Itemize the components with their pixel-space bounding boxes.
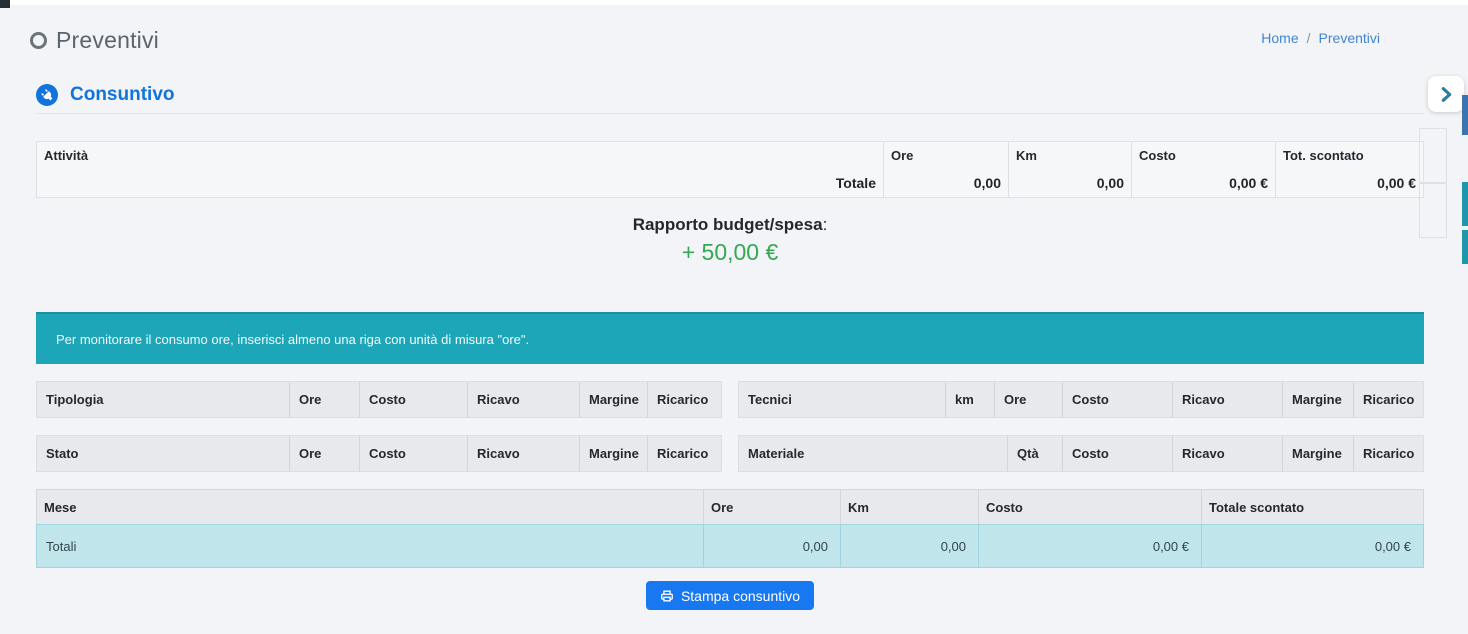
- info-banner-text: Per monitorare il consumo ore, inserisci…: [56, 332, 529, 347]
- column-header-costo: Costo: [360, 381, 468, 418]
- column-header-ricarico: Ricarico: [648, 381, 722, 418]
- column-header-km: km: [946, 381, 995, 418]
- column-header-tipologia: Tipologia: [36, 381, 290, 418]
- budget-ratio-colon: :: [823, 215, 828, 234]
- column-header-margine: Margine: [580, 435, 648, 472]
- breadcrumb: Home / Preventivi: [1261, 30, 1380, 46]
- mese-total-ore: 0,00: [704, 524, 841, 568]
- column-header-km: Km: [1009, 141, 1132, 169]
- column-header-ore: Ore: [290, 435, 360, 472]
- column-header-ricarico: Ricarico: [1354, 435, 1424, 472]
- column-header-ricavo: Ricavo: [468, 435, 580, 472]
- column-header-attivita: Attività: [36, 141, 884, 169]
- attivita-total-ore: 0,00: [884, 168, 1009, 198]
- column-header-mese: Mese: [36, 489, 704, 525]
- stato-header-bar: Stato Ore Costo Ricavo Margine Ricarico: [36, 435, 722, 472]
- column-header-costo: Costo: [1132, 141, 1276, 169]
- column-header-margine: Margine: [1283, 381, 1354, 418]
- attivita-total-row: Totale 0,00 0,00 0,00 € 0,00 €: [36, 168, 1424, 198]
- column-header-qta: Qtà: [1008, 435, 1063, 472]
- column-header-ricavo: Ricavo: [468, 381, 580, 418]
- budget-ratio-label: Rapporto budget/spesa:: [36, 215, 1424, 235]
- column-header-totale-scontato: Totale scontato: [1202, 489, 1424, 525]
- section-divider: [36, 113, 1424, 114]
- corner-artifact: [0, 0, 10, 8]
- mese-table-header: Mese Ore Km Costo Totale scontato: [36, 489, 1424, 525]
- budget-ratio-value: + 50,00 €: [36, 239, 1424, 266]
- print-button-label: Stampa consuntivo: [681, 588, 800, 604]
- column-header-km: Km: [841, 489, 979, 525]
- info-banner: Per monitorare il consumo ore, inserisci…: [36, 312, 1424, 364]
- side-panel-toggle-button[interactable]: [1428, 76, 1464, 112]
- tipologia-header-bar: Tipologia Ore Costo Ricavo Margine Ricar…: [36, 381, 722, 418]
- attivita-total-costo: 0,00 €: [1132, 168, 1276, 198]
- column-header-margine: Margine: [580, 381, 648, 418]
- column-header-ore: Ore: [290, 381, 360, 418]
- column-header-stato: Stato: [36, 435, 290, 472]
- column-header-ore: Ore: [884, 141, 1009, 169]
- column-header-ore: Ore: [995, 381, 1063, 418]
- column-header-margine: Margine: [1283, 435, 1354, 472]
- column-header-costo: Costo: [1063, 435, 1173, 472]
- page-title: Preventivi: [56, 27, 159, 54]
- attivita-total-label: Totale: [36, 168, 884, 198]
- attivita-total-km: 0,00: [1009, 168, 1132, 198]
- column-header-tot-scontato: Tot. scontato: [1276, 141, 1424, 169]
- plug-icon: [36, 84, 58, 106]
- print-consuntivo-button[interactable]: Stampa consuntivo: [646, 581, 814, 610]
- top-edge-strip: [0, 0, 1468, 5]
- section-title: Consuntivo: [70, 84, 175, 106]
- column-header-costo: Costo: [1063, 381, 1173, 418]
- column-header-ricavo: Ricavo: [1173, 435, 1283, 472]
- mese-total-km: 0,00: [841, 524, 979, 568]
- mese-total-label: Totali: [36, 524, 704, 568]
- hidden-panel-outline: [1419, 128, 1447, 183]
- tecnici-header-bar: Tecnici km Ore Costo Ricavo Margine Rica…: [738, 381, 1424, 418]
- budget-ratio-label-text: Rapporto budget/spesa: [633, 215, 823, 234]
- hidden-panel-outline: [1419, 183, 1447, 238]
- circle-icon: [30, 32, 47, 49]
- edge-panel-sliver-blue[interactable]: [1462, 95, 1468, 135]
- page-header: Preventivi: [30, 27, 159, 54]
- column-header-ricarico: Ricarico: [1354, 381, 1424, 418]
- mese-total-row: Totali 0,00 0,00 0,00 € 0,00 €: [36, 524, 1424, 568]
- column-header-ricarico: Ricarico: [648, 435, 722, 472]
- printer-icon: [660, 589, 674, 603]
- section-header: Consuntivo: [36, 84, 175, 106]
- column-header-tecnici: Tecnici: [738, 381, 946, 418]
- edge-panel-sliver-teal[interactable]: [1462, 230, 1468, 264]
- attivita-total-tot-scontato: 0,00 €: [1276, 168, 1424, 198]
- actions-bar: Stampa consuntivo: [36, 581, 1424, 610]
- column-header-costo: Costo: [360, 435, 468, 472]
- page: Preventivi Home / Preventivi Consuntivo …: [0, 0, 1468, 634]
- materiale-header-bar: Materiale Qtà Costo Ricavo Margine Ricar…: [738, 435, 1424, 472]
- chevron-right-icon: [1438, 86, 1455, 103]
- breadcrumb-separator: /: [1307, 30, 1311, 46]
- mese-total-costo: 0,00 €: [979, 524, 1202, 568]
- column-header-materiale: Materiale: [738, 435, 1008, 472]
- edge-panel-sliver-teal[interactable]: [1462, 182, 1468, 226]
- breadcrumb-current-link[interactable]: Preventivi: [1319, 30, 1380, 46]
- column-header-ricavo: Ricavo: [1173, 381, 1283, 418]
- breadcrumb-home-link[interactable]: Home: [1261, 30, 1298, 46]
- mese-total-totale-scontato: 0,00 €: [1202, 524, 1424, 568]
- column-header-costo: Costo: [979, 489, 1202, 525]
- column-header-ore: Ore: [704, 489, 841, 525]
- attivita-table-header: Attività Ore Km Costo Tot. scontato: [36, 141, 1424, 169]
